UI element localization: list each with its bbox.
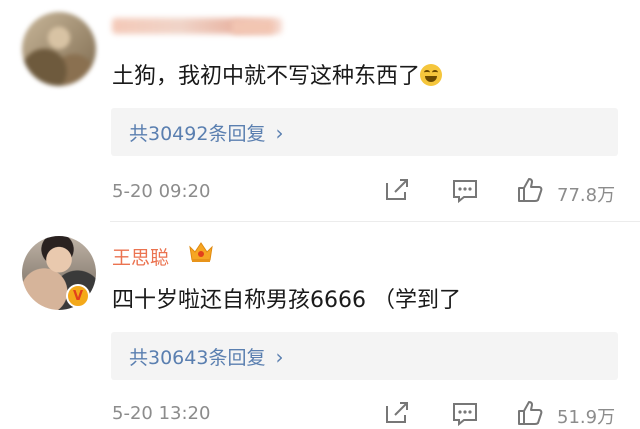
verified-badge-icon: V (66, 284, 90, 308)
user-badge-blurred (232, 20, 274, 34)
crown-icon (189, 242, 213, 262)
comment-icon[interactable] (451, 400, 479, 428)
comment-text: 四十岁啦还自称男孩6666 （学到了 (112, 288, 461, 313)
comment-icon[interactable] (451, 177, 479, 205)
comment-text: 土狗，我初中就不写这种东西了 (112, 58, 443, 90)
chevron-right-icon: › (275, 344, 284, 369)
view-replies-link[interactable]: 共30643条回复 › (129, 343, 283, 370)
view-replies-link[interactable]: 共30492条回复 › (129, 119, 283, 146)
avatar[interactable] (22, 12, 96, 86)
reply-summary[interactable]: 共30643条回复 › (111, 332, 618, 380)
like-count: 51.9万 (557, 407, 616, 428)
like-icon[interactable] (516, 176, 544, 204)
comment-time: 5-20 13:20 (112, 403, 211, 424)
share-icon[interactable] (383, 399, 411, 427)
username[interactable]: 王思聪 (112, 243, 169, 270)
share-icon[interactable] (383, 176, 411, 204)
reply-summary[interactable]: 共30492条回复 › (111, 108, 618, 156)
comment-divider (110, 221, 640, 222)
replies-count-label: 共30643条回复 (129, 347, 266, 369)
like-count: 77.8万 (557, 185, 616, 206)
replies-count-label: 共30492条回复 (129, 123, 266, 145)
comment-time: 5-20 09:20 (112, 181, 211, 202)
like-icon[interactable] (516, 399, 544, 427)
chevron-right-icon: › (275, 120, 284, 145)
laughing-crying-emoji-icon (420, 64, 443, 86)
comment-text-content: 土狗，我初中就不写这种东西了 (112, 64, 421, 89)
